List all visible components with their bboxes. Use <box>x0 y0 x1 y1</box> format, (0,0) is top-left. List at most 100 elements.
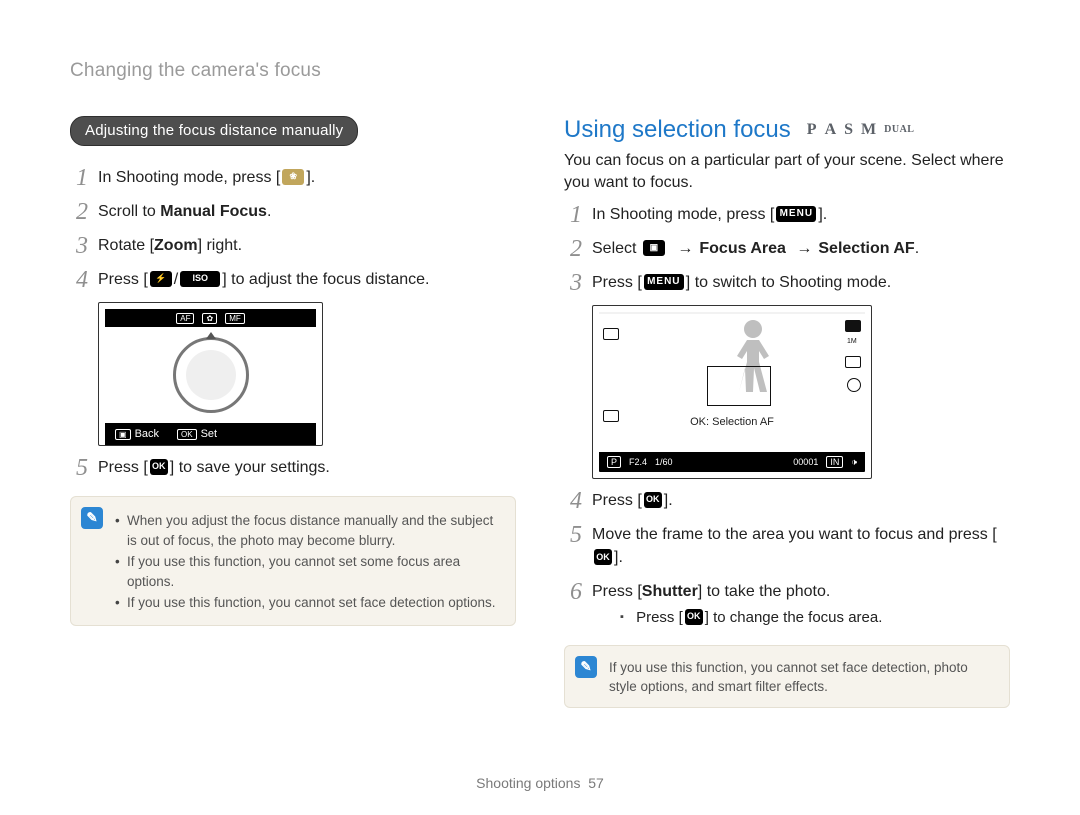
text: In Shooting mode, press [ <box>98 169 280 186</box>
flower-icon: ❀ <box>282 169 304 185</box>
memory-icon: IN <box>826 456 843 468</box>
lcd-bottom-strip: ▣Back OKSet <box>105 423 316 445</box>
mode-dual-icon: DUAL <box>884 124 914 135</box>
step: 5 Move the frame to the area you want to… <box>564 523 1010 569</box>
mode-chip: P <box>607 456 621 468</box>
bold-text: Focus Area <box>699 240 786 257</box>
mode-p-icon: P <box>807 121 817 139</box>
shot-count: 00001 <box>793 457 818 467</box>
text: Press [ <box>98 459 148 476</box>
text: ]. <box>306 169 315 186</box>
back-label: Back <box>135 428 159 440</box>
text: . <box>267 203 271 220</box>
step: 1 In Shooting mode, press [MENU]. <box>564 203 1010 227</box>
step-number: 5 <box>564 523 582 547</box>
note-item: When you adjust the focus distance manua… <box>115 511 501 550</box>
mode-a-icon: A <box>825 121 837 139</box>
film-icon <box>603 328 619 340</box>
text: Scroll to <box>98 203 160 220</box>
step-number: 5 <box>70 456 88 480</box>
aperture: F2.4 <box>629 457 647 467</box>
menu-icon: MENU <box>776 206 816 222</box>
ok-menu-icon: OK <box>644 492 662 508</box>
step-number: 1 <box>564 203 582 227</box>
lcd-screen: 1M OK: Selection AF <box>599 312 865 452</box>
af-tag: AF <box>176 313 194 324</box>
shutter: 1/60 <box>655 457 673 467</box>
running-head: Changing the camera's focus <box>70 60 1010 82</box>
macro-tag: ✿ <box>202 313 217 324</box>
text: Press [ <box>636 609 683 626</box>
text: Select <box>592 240 641 257</box>
battery-icon <box>845 320 861 332</box>
step: 1 In Shooting mode, press [❀]. <box>70 166 516 190</box>
flash-icon: ⚡ <box>150 271 172 287</box>
bold-text: Manual Focus <box>160 203 267 220</box>
lcd-top-strip: AF ✿ MF <box>105 309 316 327</box>
left-steps-cont: 5 Press [OK] to save your settings. <box>70 456 516 480</box>
back-key-icon: ▣ <box>115 429 131 440</box>
note-item: If you use this function, you cannot set… <box>115 593 501 613</box>
arrow-icon: → <box>677 240 693 257</box>
text: ]. <box>818 206 827 223</box>
iso-icon: ISO <box>180 271 220 287</box>
step-number: 2 <box>564 237 582 261</box>
step: 4 Press [OK]. <box>564 489 1010 513</box>
text: Move the frame to the area you want to f… <box>592 526 997 543</box>
text: Press [ <box>592 492 642 509</box>
text: ] to save your settings. <box>170 459 330 476</box>
text: ] right. <box>198 237 242 254</box>
note-item: If you use this function, you cannot set… <box>115 552 501 591</box>
page-footer: Shooting options 57 <box>0 775 1080 791</box>
lcd-manual-focus: AF ✿ MF ▣Back OKSet <box>98 302 323 446</box>
text: ] to adjust the focus distance. <box>222 271 429 288</box>
left-steps: 1 In Shooting mode, press [❀]. 2 Scroll … <box>70 166 516 292</box>
mf-tag: MF <box>225 313 245 324</box>
audio-icon: 🕩 <box>851 457 857 468</box>
mode-m-icon: M <box>861 121 876 139</box>
heading-text: Using selection focus <box>564 116 791 144</box>
ok-menu-icon: OK <box>685 609 703 625</box>
bold-text: Selection AF <box>818 240 914 257</box>
text: Press [ <box>592 583 642 600</box>
text: Press [ <box>98 271 148 288</box>
lcd-status-bar: P F2.4 1/60 00001 IN 🕩 <box>599 452 865 472</box>
quality-icon <box>845 356 861 368</box>
section-pill: Adjusting the focus distance manually <box>70 116 358 146</box>
footer-section: Shooting options <box>476 775 580 791</box>
arrow-icon: → <box>796 240 812 257</box>
ok-menu-icon: OK <box>594 549 612 565</box>
flash-off-icon <box>847 378 861 392</box>
lead-text: You can focus on a particular part of yo… <box>564 150 1010 193</box>
bold-text: Shutter <box>642 583 698 600</box>
text: Rotate [ <box>98 237 154 254</box>
step: 2 Select ▣ →Focus Area →Selection AF. <box>564 237 1010 261</box>
step: 3 Rotate [Zoom] right. <box>70 234 516 258</box>
mode-icons: P A S M DUAL <box>807 121 915 139</box>
step-number: 2 <box>70 200 88 224</box>
text: ] to switch to Shooting mode. <box>686 274 891 291</box>
ok-hint: OK: Selection AF <box>599 416 865 428</box>
step: 5 Press [OK] to save your settings. <box>70 456 516 480</box>
menu-icon: MENU <box>644 274 684 290</box>
step-number: 6 <box>564 580 582 604</box>
note-text: If you use this function, you cannot set… <box>609 660 968 695</box>
step-number: 1 <box>70 166 88 190</box>
footer-page: 57 <box>588 775 604 791</box>
lcd-selection-af: 1M OK: Selection AF P F2.4 1/60 00001 IN <box>592 305 872 479</box>
step-number: 4 <box>564 489 582 513</box>
info-icon: ✎ <box>81 507 103 529</box>
focus-dial-icon <box>173 337 249 413</box>
text: . <box>915 240 919 257</box>
section-heading: Using selection focus P A S M DUAL <box>564 116 1010 144</box>
manual-page: Changing the camera's focus Adjusting th… <box>0 0 1080 815</box>
text: ] to take the photo. <box>698 583 831 600</box>
step: 2 Scroll to Manual Focus. <box>70 200 516 224</box>
step-number: 3 <box>70 234 88 258</box>
step: 3 Press [MENU] to switch to Shooting mod… <box>564 271 1010 295</box>
right-steps: 1 In Shooting mode, press [MENU]. 2 Sele… <box>564 203 1010 295</box>
text: Press [ <box>592 274 642 291</box>
sub-bullet: Press [OK] to change the focus area. <box>620 607 882 629</box>
size-icon: 1M <box>847 338 861 348</box>
mode-s-icon: S <box>844 121 853 139</box>
